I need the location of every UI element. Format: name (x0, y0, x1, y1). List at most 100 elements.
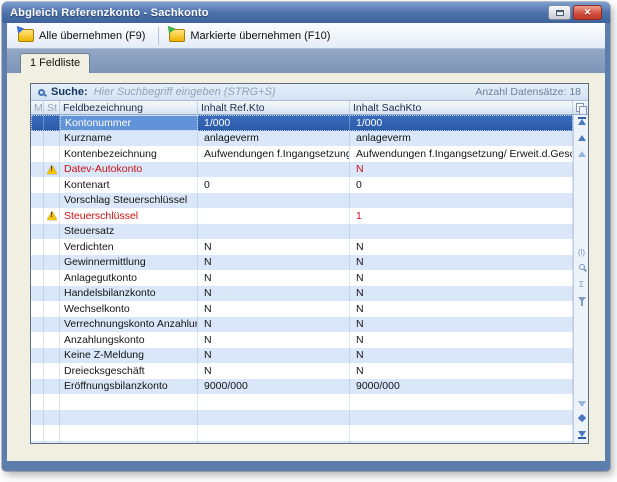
table-row[interactable]: VerdichtenNN (31, 239, 573, 255)
column-header-st[interactable]: St (44, 101, 60, 114)
table-row[interactable]: Datev-Autokonto N (31, 162, 573, 178)
field-name-cell[interactable]: Keine Z-Meldung (60, 348, 198, 364)
field-name-cell[interactable]: Kontonummer (60, 115, 198, 131)
sach-value-cell[interactable]: 9000/000 (350, 379, 573, 395)
ref-value-cell[interactable]: N (198, 363, 350, 379)
field-name-cell[interactable]: Kontenart (60, 177, 198, 193)
table-row[interactable]: Kurznameanlagevermanlageverm (31, 131, 573, 147)
sach-value-cell[interactable]: N (350, 270, 573, 286)
column-header-feld[interactable]: Feldbezeichnung (60, 101, 198, 114)
ref-value-cell[interactable]: 1/000 (198, 115, 350, 131)
line-down-icon (578, 401, 586, 407)
field-name-cell[interactable]: Vorschlag Steuerschlüssel (60, 193, 198, 209)
field-name-cell[interactable]: Eröffnungsbilanzkonto (60, 379, 198, 395)
sach-value-cell[interactable]: N (350, 348, 573, 364)
sach-value-cell[interactable] (350, 224, 573, 240)
ref-value-cell[interactable]: N (198, 255, 350, 271)
title-bar[interactable]: Abgleich Referenzkonto - Sachkonto ✕ (2, 2, 610, 23)
field-name-cell[interactable]: Gewinnermittlung (60, 255, 198, 271)
table-row[interactable]: Steuersatz (31, 224, 573, 240)
scroll-to-bottom-bar (578, 437, 586, 439)
sach-value-cell[interactable] (350, 193, 573, 209)
sach-value-cell[interactable]: 1 (350, 208, 573, 224)
table-row[interactable]: AnlagegutkontoNN (31, 270, 573, 286)
sach-value-cell[interactable]: Aufwendungen f.Ingangsetzung/ Erweit.d.G… (350, 146, 573, 162)
ref-value-cell[interactable]: N (198, 332, 350, 348)
grid-search-button[interactable] (574, 264, 588, 270)
field-name-cell[interactable]: Anlagegutkonto (60, 270, 198, 286)
table-row[interactable]: DreiecksgeschäftNN (31, 363, 573, 379)
column-header-sach[interactable]: Inhalt SachKto (350, 101, 573, 114)
column-header-m[interactable]: M (31, 101, 44, 114)
table-row[interactable]: Kontonummer1/0001/000 (31, 115, 573, 131)
field-name-cell[interactable]: Steuersatz (60, 224, 198, 240)
ref-value-cell[interactable]: 9000/000 (198, 379, 350, 395)
column-header-ref[interactable]: Inhalt Ref.Kto (198, 101, 350, 114)
maximize-button[interactable] (548, 5, 571, 20)
filter-button[interactable] (574, 297, 588, 302)
line-down-button[interactable] (574, 401, 588, 407)
ref-value-cell[interactable]: N (198, 239, 350, 255)
ref-value-cell[interactable]: N (198, 317, 350, 333)
field-name-cell[interactable]: Verdichten (60, 239, 198, 255)
sach-value-cell[interactable]: 1/000 (350, 115, 573, 131)
column-chooser-button[interactable] (573, 101, 588, 114)
ref-value-cell[interactable]: N (198, 286, 350, 302)
table-row[interactable]: GewinnermittlungNN (31, 255, 573, 271)
sach-value-cell[interactable]: N (350, 255, 573, 271)
sach-value-cell[interactable]: N (350, 162, 573, 178)
close-button[interactable]: ✕ (573, 5, 602, 20)
scroll-to-top-button[interactable] (574, 119, 588, 125)
field-name-cell[interactable]: Kurzname (60, 131, 198, 147)
current-record-button[interactable] (574, 415, 588, 421)
field-name-cell[interactable]: Kontenbezeichnung (60, 146, 198, 162)
ref-value-cell[interactable]: N (198, 348, 350, 364)
sach-value-cell[interactable]: N (350, 363, 573, 379)
field-name-cell[interactable]: Dreiecksgeschäft (60, 363, 198, 379)
apply-marked-button[interactable]: Markierte übernehmen (F10) (163, 26, 339, 45)
tab-feldliste[interactable]: 1 Feldliste (20, 53, 90, 73)
table-row[interactable]: Kontenart00 (31, 177, 573, 193)
field-name-cell[interactable]: Steuerschlüssel (60, 208, 198, 224)
table-row[interactable]: Steuerschlüssel 1 (31, 208, 573, 224)
search-bar[interactable]: Suche: Hier Suchbegriff eingeben (STRG+S… (31, 84, 588, 101)
sach-value-cell[interactable]: N (350, 317, 573, 333)
table-row[interactable]: KontenbezeichnungAufwendungen f.Ingangse… (31, 146, 573, 162)
page-up-icon (578, 135, 586, 141)
sach-value-cell[interactable]: N (350, 332, 573, 348)
screen: Abgleich Referenzkonto - Sachkonto ✕ All… (0, 0, 617, 482)
ref-value-cell[interactable] (198, 193, 350, 209)
sach-value-cell[interactable]: anlageverm (350, 131, 573, 147)
ref-value-cell[interactable]: N (198, 270, 350, 286)
table-row[interactable]: AnzahlungskontoNN (31, 332, 573, 348)
page-up-button[interactable] (574, 135, 588, 141)
scroll-to-bottom-button[interactable] (574, 431, 588, 437)
record-indicator[interactable]: (l) (574, 249, 588, 257)
field-name-cell[interactable]: Verrechnungskonto Anzahlung (60, 317, 198, 333)
apply-all-icon (18, 29, 34, 42)
apply-all-button[interactable]: Alle übernehmen (F9) (12, 26, 154, 45)
sach-value-cell[interactable]: N (350, 301, 573, 317)
field-name-cell[interactable]: Handelsbilanzkonto (60, 286, 198, 302)
ref-value-cell[interactable] (198, 208, 350, 224)
line-up-button[interactable] (574, 151, 588, 157)
field-name-cell[interactable]: Wechselkonto (60, 301, 198, 317)
sach-value-cell[interactable]: N (350, 286, 573, 302)
table-row[interactable]: HandelsbilanzkontoNN (31, 286, 573, 302)
ref-value-cell[interactable]: N (198, 301, 350, 317)
ref-value-cell[interactable] (198, 162, 350, 178)
field-name-cell[interactable]: Datev-Autokonto (60, 162, 198, 178)
table-row[interactable]: Verrechnungskonto AnzahlungNN (31, 317, 573, 333)
sum-button[interactable]: Σ (574, 281, 588, 289)
ref-value-cell[interactable] (198, 224, 350, 240)
field-name-cell[interactable]: Anzahlungskonto (60, 332, 198, 348)
table-row[interactable]: Vorschlag Steuerschlüssel (31, 193, 573, 209)
ref-value-cell[interactable]: 0 (198, 177, 350, 193)
ref-value-cell[interactable]: Aufwendungen f.Ingangsetzung/ Erweit.d.G… (198, 146, 350, 162)
sach-value-cell[interactable]: N (350, 239, 573, 255)
table-row[interactable]: Keine Z-MeldungNN (31, 348, 573, 364)
ref-value-cell[interactable]: anlageverm (198, 131, 350, 147)
sach-value-cell[interactable]: 0 (350, 177, 573, 193)
table-row[interactable]: WechselkontoNN (31, 301, 573, 317)
table-row[interactable]: Eröffnungsbilanzkonto9000/0009000/000 (31, 379, 573, 395)
